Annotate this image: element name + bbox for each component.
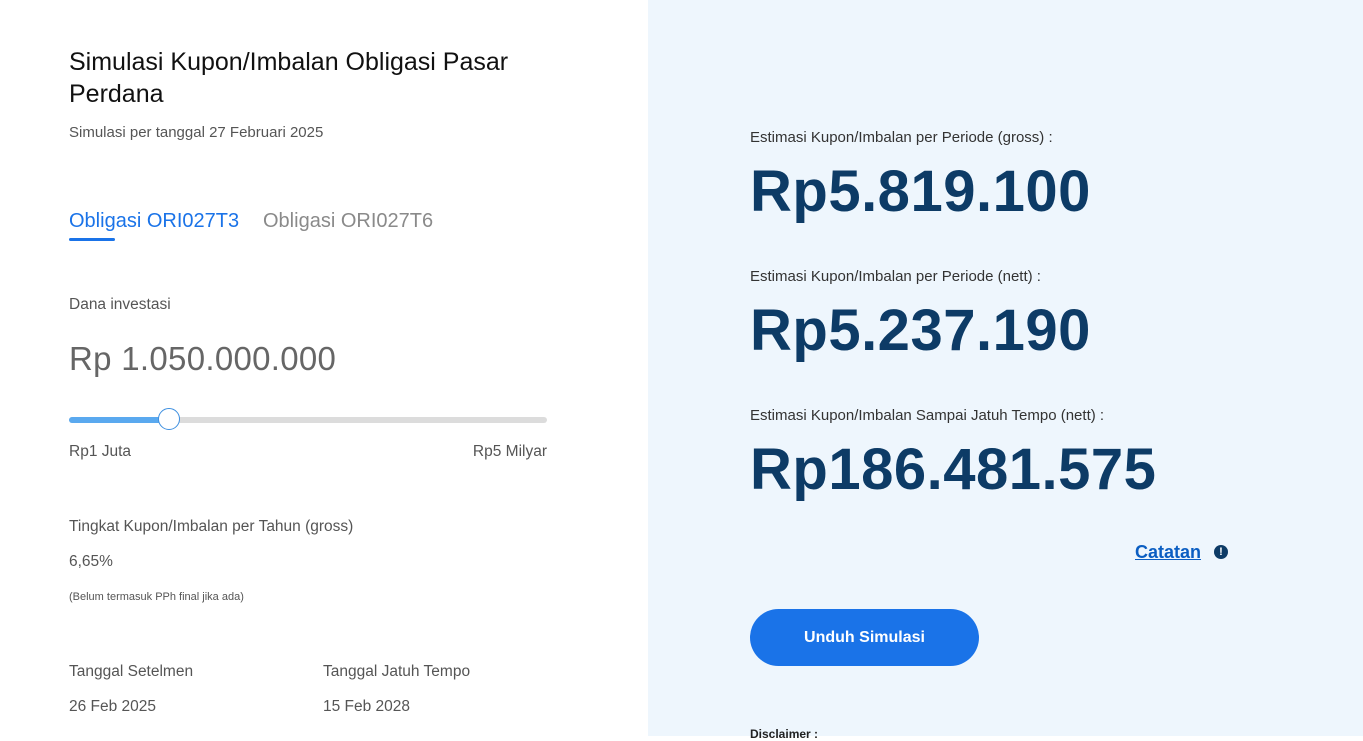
maturity-date-value: 15 Feb 2028 <box>323 698 411 715</box>
investment-slider-handle[interactable] <box>158 408 181 430</box>
info-icon[interactable]: ! <box>1214 545 1228 559</box>
settlement-date-value: 26 Feb 2025 <box>69 698 157 715</box>
notes-link[interactable]: Catatan <box>1135 542 1201 563</box>
download-simulation-button[interactable]: Unduh Simulasi <box>750 609 979 666</box>
tax-note: (Belum termasuk PPh final jika ada) <box>69 591 244 603</box>
simulation-form-panel: Simulasi Kupon/Imbalan Obligasi Pasar Pe… <box>0 0 648 736</box>
tab-ori027t3[interactable]: Obligasi ORI027T3 <box>69 210 239 233</box>
nett-coupon-label: Estimasi Kupon/Imbalan per Periode (nett… <box>750 268 1041 285</box>
total-coupon-value: Rp186.481.575 <box>750 437 1157 502</box>
gross-coupon-value: Rp5.819.100 <box>750 159 1091 224</box>
currency-prefix: Rp <box>69 340 112 377</box>
investment-slider-track[interactable] <box>69 417 547 423</box>
page-title: Simulasi Kupon/Imbalan Obligasi Pasar Pe… <box>69 48 509 108</box>
maturity-date-label: Tanggal Jatuh Tempo <box>323 663 471 680</box>
total-coupon-label: Estimasi Kupon/Imbalan Sampai Jatuh Temp… <box>750 407 1105 424</box>
active-tab-indicator <box>69 238 115 241</box>
coupon-rate-label: Tingkat Kupon/Imbalan per Tahun (gross) <box>69 518 354 535</box>
investment-amount-field[interactable]: Rp 1.050.000.000 <box>69 340 336 378</box>
coupon-rate-value: 6,65% <box>69 553 113 570</box>
tab-ori027t6[interactable]: Obligasi ORI027T6 <box>263 210 433 233</box>
disclaimer-heading: Disclaimer : <box>750 727 819 741</box>
slider-min-label: Rp1 Juta <box>69 443 132 460</box>
gross-coupon-label: Estimasi Kupon/Imbalan per Periode (gros… <box>750 129 1053 146</box>
settlement-date-label: Tanggal Setelmen <box>69 663 194 680</box>
nett-coupon-value: Rp5.237.190 <box>750 298 1091 363</box>
investment-slider-fill <box>69 417 170 423</box>
investment-label: Dana investasi <box>69 296 171 313</box>
investment-amount: 1.050.000.000 <box>121 340 337 377</box>
simulation-date: Simulasi per tanggal 27 Februari 2025 <box>69 124 324 141</box>
slider-max-label: Rp5 Milyar <box>472 443 547 460</box>
